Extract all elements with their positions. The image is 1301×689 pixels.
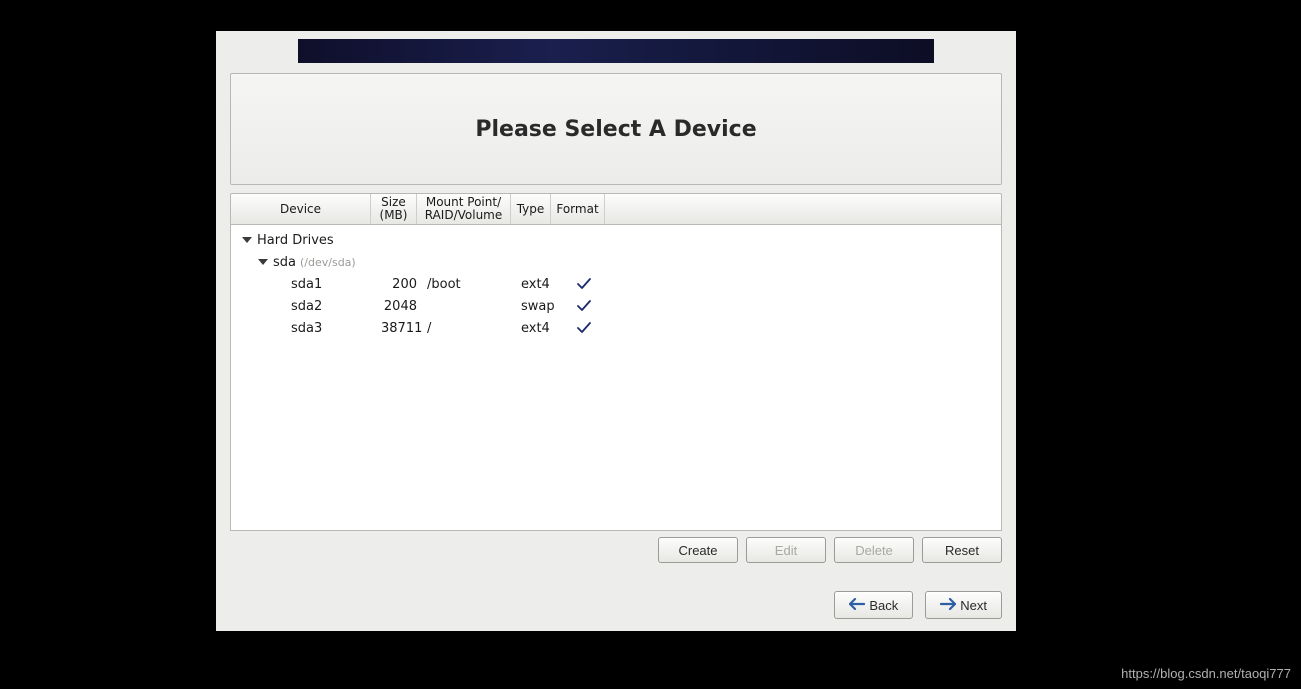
watermark: https://blog.csdn.net/taoqi777: [1121, 666, 1291, 681]
checkmark-icon: [576, 321, 592, 336]
partition-type: ext4: [517, 321, 557, 336]
table-row[interactable]: sda2 2048 swap: [231, 295, 1001, 317]
create-button[interactable]: Create: [658, 537, 738, 563]
table-row[interactable]: sda3 38711 / ext4: [231, 317, 1001, 339]
arrow-right-icon: [940, 598, 956, 613]
partition-type: swap: [517, 299, 557, 314]
tree-label: Hard Drives: [257, 233, 334, 248]
nav-bar: Back Next: [230, 591, 1002, 619]
tree-row-sda[interactable]: sda (/dev/sda): [231, 251, 1001, 273]
top-banner: [298, 39, 934, 63]
col-size[interactable]: Size (MB): [371, 194, 417, 224]
back-label: Back: [869, 598, 898, 613]
arrow-left-icon: [849, 598, 865, 613]
partition-mount: /: [423, 321, 517, 336]
col-device[interactable]: Device: [231, 194, 371, 224]
device-path: (/dev/sda): [300, 256, 356, 269]
partition-size: 38711: [377, 321, 423, 336]
partition-type: ext4: [517, 277, 557, 292]
device-table: Device Size (MB) Mount Point/ RAID/Volum…: [230, 193, 1002, 531]
expander-icon[interactable]: [241, 234, 253, 246]
table-row[interactable]: sda1 200 /boot ext4: [231, 273, 1001, 295]
edit-button: Edit: [746, 537, 826, 563]
partition-name: sda1: [291, 277, 322, 292]
column-headers: Device Size (MB) Mount Point/ RAID/Volum…: [230, 193, 1002, 225]
installer-window: Please Select A Device Device Size (MB) …: [216, 31, 1016, 631]
device-tree[interactable]: Hard Drives sda (/dev/sda) sda1 200 /boo…: [230, 225, 1002, 531]
tree-row-hard-drives[interactable]: Hard Drives: [231, 229, 1001, 251]
col-format[interactable]: Format: [551, 194, 605, 224]
next-label: Next: [960, 598, 987, 613]
col-type[interactable]: Type: [511, 194, 551, 224]
partition-size: 2048: [377, 299, 423, 314]
back-button[interactable]: Back: [834, 591, 913, 619]
expander-icon[interactable]: [257, 256, 269, 268]
title-panel: Please Select A Device: [230, 73, 1002, 185]
checkmark-icon: [576, 299, 592, 314]
next-button[interactable]: Next: [925, 591, 1002, 619]
col-spacer: [605, 194, 1001, 224]
partition-mount: /boot: [423, 277, 517, 292]
partition-name: sda2: [291, 299, 322, 314]
delete-button: Delete: [834, 537, 914, 563]
page-title: Please Select A Device: [475, 117, 756, 142]
tree-label: sda: [273, 255, 296, 270]
partition-name: sda3: [291, 321, 322, 336]
checkmark-icon: [576, 277, 592, 292]
reset-button[interactable]: Reset: [922, 537, 1002, 563]
action-bar: Create Edit Delete Reset: [230, 537, 1002, 563]
partition-size: 200: [377, 277, 423, 292]
col-mount[interactable]: Mount Point/ RAID/Volume: [417, 194, 511, 224]
